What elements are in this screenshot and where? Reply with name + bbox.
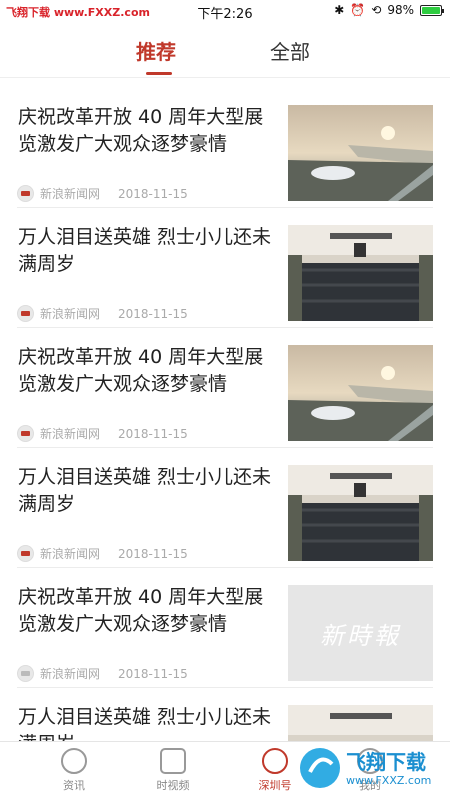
status-right: ✱ ⏰ ⟲ 98% xyxy=(334,3,444,17)
tab-recommend[interactable]: 推荐 xyxy=(136,36,176,65)
source-logo-icon xyxy=(17,545,34,562)
list-item[interactable]: 万人泪目送英雄 烈士小儿还未满周岁 新浪新闻网 2018-11-15 xyxy=(17,208,433,328)
corner-watermark: 飞翔下载 www.FXXZ.com xyxy=(296,742,446,798)
nav-news-label: 资讯 xyxy=(63,779,85,792)
list-item[interactable]: 庆祝改革开放 40 周年大型展览激发广大观众逐梦豪情 新浪新闻网 2018-11… xyxy=(17,328,433,448)
camera-icon xyxy=(160,748,186,774)
article-title: 庆祝改革开放 40 周年大型展览激发广大观众逐梦豪情 xyxy=(18,106,264,155)
article-source: 新浪新闻网 xyxy=(40,187,101,201)
placeholder-logo-text: 新時報 xyxy=(320,621,401,650)
source-logo-icon xyxy=(17,185,34,202)
city-aerial-thumbnail xyxy=(288,105,433,201)
status-bar: 飞翔下载 www.FXXZ.com 下午2:26 ✱ ⏰ ⟲ 98% xyxy=(0,0,450,24)
article-source: 新浪新闻网 xyxy=(40,667,101,681)
article-source: 新浪新闻网 xyxy=(40,427,101,441)
news-list: 庆祝改革开放 40 周年大型展览激发广大观众逐梦豪情 新浪新闻网 2018-11… xyxy=(0,88,450,800)
article-date: 2018-11-15 xyxy=(118,186,188,201)
article-meta: 新浪新闻网 2018-11-15 xyxy=(17,305,188,322)
list-item[interactable]: 万人泪目送英雄 烈士小儿还未满周岁 新浪新闻网 2018-11-15 xyxy=(17,448,433,568)
newspaper-placeholder-thumbnail: 新時報 xyxy=(288,585,433,681)
article-title: 庆祝改革开放 40 周年大型展览激发广大观众逐梦豪情 xyxy=(18,346,264,395)
news-icon xyxy=(61,748,87,774)
article-date: 2018-11-15 xyxy=(118,546,188,561)
alarm-icon: ⏰ xyxy=(350,3,366,17)
tab-all[interactable]: 全部 xyxy=(270,36,310,65)
article-meta: 新浪新闻网 2018-11-15 xyxy=(17,665,188,682)
nav-video-label: 时视频 xyxy=(156,779,190,792)
bluetooth-icon: ✱ xyxy=(334,3,345,17)
nav-video[interactable]: 时视频 xyxy=(143,748,203,793)
article-date: 2018-11-15 xyxy=(118,666,188,681)
article-date: 2018-11-15 xyxy=(118,426,188,441)
source-logo-icon xyxy=(17,665,34,682)
article-meta: 新浪新闻网 2018-11-15 xyxy=(17,545,188,562)
article-meta: 新浪新闻网 2018-11-15 xyxy=(17,425,188,442)
source-logo-icon xyxy=(17,305,34,322)
battery-icon xyxy=(420,4,444,16)
active-tab-indicator xyxy=(146,72,172,75)
user-icon xyxy=(262,748,288,774)
battery-percent: 98% xyxy=(387,3,414,17)
article-title: 万人泪目送英雄 烈士小儿还未满周岁 xyxy=(18,466,272,515)
rotation-lock-icon: ⟲ xyxy=(371,3,382,17)
article-date: 2018-11-15 xyxy=(118,306,188,321)
article-meta: 新浪新闻网 2018-11-15 xyxy=(17,185,188,202)
article-source: 新浪新闻网 xyxy=(40,547,101,561)
memorial-hall-thumbnail xyxy=(288,225,433,321)
city-aerial-thumbnail xyxy=(288,345,433,441)
top-tabs: 推荐 全部 xyxy=(0,24,450,78)
watermark-url: www.FXXZ.com xyxy=(346,774,432,787)
nav-shenzhen-label: 深圳号 xyxy=(258,779,292,792)
source-logo-icon xyxy=(17,425,34,442)
watermark-brand: 飞翔下载 xyxy=(346,750,426,774)
article-source: 新浪新闻网 xyxy=(40,307,101,321)
article-title: 万人泪目送英雄 烈士小儿还未满周岁 xyxy=(18,226,272,275)
battery-fill xyxy=(422,6,440,14)
memorial-hall-thumbnail xyxy=(288,465,433,561)
article-title: 庆祝改革开放 40 周年大型展览激发广大观众逐梦豪情 xyxy=(18,586,264,635)
list-item[interactable]: 庆祝改革开放 40 周年大型展览激发广大观众逐梦豪情 新浪新闻网 2018-11… xyxy=(17,568,433,688)
nav-news[interactable]: 资讯 xyxy=(44,748,104,793)
list-item[interactable]: 庆祝改革开放 40 周年大型展览激发广大观众逐梦豪情 新浪新闻网 2018-11… xyxy=(17,88,433,208)
